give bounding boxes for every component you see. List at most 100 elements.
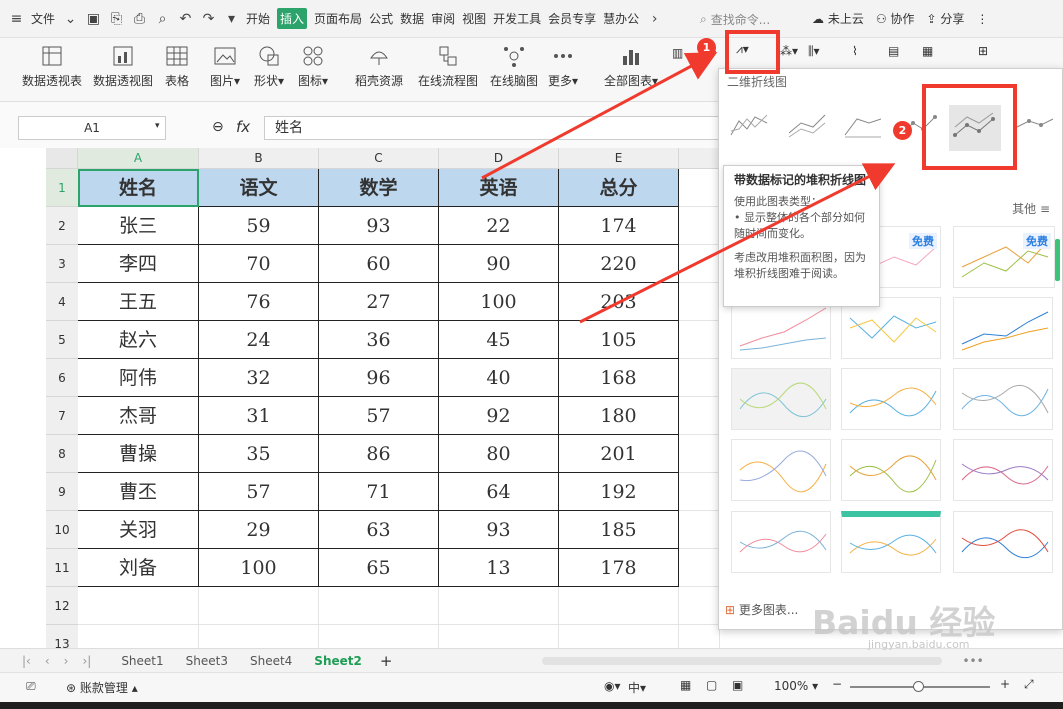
textbox-icon[interactable]: ⊞ xyxy=(978,44,988,58)
icon-button[interactable]: 图标▾ xyxy=(298,44,328,89)
account-management-button[interactable]: ⊛ 账款管理 ▴ xyxy=(66,679,138,696)
template-thumb-8[interactable] xyxy=(953,368,1053,430)
more-button[interactable]: 更多▾ xyxy=(548,44,578,89)
template-thumb-5[interactable] xyxy=(953,297,1053,359)
header-cell[interactable]: 语文 xyxy=(199,169,319,207)
empty-cell[interactable] xyxy=(679,549,720,587)
table-cell[interactable]: 203 xyxy=(559,283,679,321)
table-cell[interactable]: 174 xyxy=(559,207,679,245)
table-cell[interactable]: 22 xyxy=(439,207,559,245)
row-header[interactable]: 2 xyxy=(46,207,78,245)
table-cell[interactable]: 76 xyxy=(199,283,319,321)
tab-home[interactable]: 开始 xyxy=(246,10,270,27)
scatter-chart-icon[interactable]: ⁂▾ xyxy=(780,44,798,58)
table-cell[interactable]: 36 xyxy=(319,321,439,359)
template-thumb-6[interactable] xyxy=(731,368,831,430)
sparkline-line-icon[interactable]: ⌇ xyxy=(852,44,858,58)
shape-button[interactable]: 形状▾ xyxy=(254,44,284,89)
empty-cell[interactable] xyxy=(679,207,720,245)
save-icon[interactable]: ▣ xyxy=(85,10,102,27)
hamburger-icon[interactable]: ≡ xyxy=(8,10,25,27)
more-charts-link[interactable]: ⊞ 更多图表... xyxy=(725,601,798,618)
row-header[interactable]: 12 xyxy=(46,587,78,625)
row-header[interactable]: 7 xyxy=(46,397,78,435)
file-menu[interactable]: 文件 xyxy=(31,10,55,27)
other-templates-label[interactable]: 其他 ≡ xyxy=(1012,200,1050,217)
sparkline-column-icon[interactable]: ▤ xyxy=(888,44,899,58)
table-cell[interactable]: 70 xyxy=(199,245,319,283)
namebox-dropdown-icon[interactable]: ▾ xyxy=(155,121,160,131)
empty-cell[interactable] xyxy=(679,473,720,511)
zoom-in-icon[interactable]: + xyxy=(1000,677,1010,691)
table-cell[interactable]: 曹操 xyxy=(78,435,199,473)
row-header[interactable]: 5 xyxy=(46,321,78,359)
table-cell[interactable]: 64 xyxy=(439,473,559,511)
stacked-line-chart-type[interactable] xyxy=(787,109,827,139)
table-cell[interactable]: 100 xyxy=(439,283,559,321)
zoom-formula-icon[interactable]: ⊖ xyxy=(212,119,224,135)
empty-cell[interactable] xyxy=(199,587,319,625)
macro-icon[interactable]: ⎚ xyxy=(26,679,36,694)
template-thumb-12[interactable] xyxy=(731,511,831,573)
first-sheet-icon[interactable]: |‹ xyxy=(22,654,31,668)
row-header[interactable]: 3 xyxy=(46,245,78,283)
sheet-tab-sheet3[interactable]: Sheet3 xyxy=(186,654,228,668)
table-cell[interactable]: 35 xyxy=(199,435,319,473)
row-header[interactable]: 8 xyxy=(46,435,78,473)
table-cell[interactable]: 57 xyxy=(319,397,439,435)
table-cell[interactable]: 45 xyxy=(439,321,559,359)
column-header-d[interactable]: D xyxy=(439,148,559,169)
template-thumb-9[interactable] xyxy=(731,439,831,501)
column-header-c[interactable]: C xyxy=(319,148,439,169)
header-cell[interactable]: 总分 xyxy=(559,169,679,207)
header-cell[interactable]: 英语 xyxy=(439,169,559,207)
table-cell[interactable]: 阿伟 xyxy=(78,359,199,397)
column-header-a[interactable]: A xyxy=(78,148,199,169)
empty-cell[interactable] xyxy=(559,587,679,625)
tab-formulas[interactable]: 公式 xyxy=(369,10,393,27)
table-cell[interactable]: 31 xyxy=(199,397,319,435)
table-cell[interactable]: 李四 xyxy=(78,245,199,283)
column-header-e[interactable]: E xyxy=(559,148,679,169)
tab-smart-office[interactable]: 慧办公 xyxy=(603,10,639,27)
empty-cell[interactable] xyxy=(679,169,720,207)
table-cell[interactable]: 29 xyxy=(199,511,319,549)
sparkline-winloss-icon[interactable]: ▦ xyxy=(922,44,933,58)
tab-page-layout[interactable]: 页面布局 xyxy=(314,10,362,27)
language-icon[interactable]: 中▾ xyxy=(628,679,646,696)
command-search[interactable]: ⌕ 查找命令... xyxy=(700,8,770,30)
row-header[interactable]: 10 xyxy=(46,511,78,549)
table-cell[interactable]: 赵六 xyxy=(78,321,199,359)
template-thumb-13[interactable] xyxy=(841,511,941,573)
redo-icon[interactable]: ↷ xyxy=(200,10,217,27)
table-cell[interactable]: 关羽 xyxy=(78,511,199,549)
all-charts-button[interactable]: 全部图表▾ xyxy=(604,44,658,89)
tab-view[interactable]: 视图 xyxy=(462,10,486,27)
picture-button[interactable]: 图片▾ xyxy=(210,44,240,89)
table-cell[interactable]: 80 xyxy=(439,435,559,473)
table-cell[interactable]: 92 xyxy=(439,397,559,435)
template-thumb-14[interactable] xyxy=(953,511,1053,573)
print-preview-icon[interactable]: ⌕ xyxy=(154,10,171,27)
sheet-tab-sheet2[interactable]: Sheet2 xyxy=(314,654,362,668)
row-header[interactable]: 6 xyxy=(46,359,78,397)
table-cell[interactable]: 180 xyxy=(559,397,679,435)
table-cell[interactable]: 24 xyxy=(199,321,319,359)
percent-line-markers-chart-type[interactable] xyxy=(1015,109,1055,139)
box-chart-icon[interactable]: ⫼▾ xyxy=(808,44,820,59)
empty-cell[interactable] xyxy=(679,283,720,321)
eye-protection-icon[interactable]: ◉▾ xyxy=(604,679,621,693)
table-cell[interactable]: 201 xyxy=(559,435,679,473)
table-cell[interactable]: 张三 xyxy=(78,207,199,245)
table-cell[interactable]: 32 xyxy=(199,359,319,397)
table-cell[interactable]: 40 xyxy=(439,359,559,397)
column-header-f[interactable] xyxy=(679,148,720,169)
normal-view-icon[interactable]: ▦ xyxy=(680,678,691,692)
tab-review[interactable]: 审阅 xyxy=(431,10,455,27)
table-cell[interactable]: 220 xyxy=(559,245,679,283)
empty-cell[interactable] xyxy=(679,511,720,549)
cloud-status-button[interactable]: ☁ 未上云 xyxy=(812,10,864,27)
prev-sheet-icon[interactable]: ‹ xyxy=(45,654,50,668)
header-cell[interactable]: 数学 xyxy=(319,169,439,207)
empty-cell[interactable] xyxy=(679,435,720,473)
